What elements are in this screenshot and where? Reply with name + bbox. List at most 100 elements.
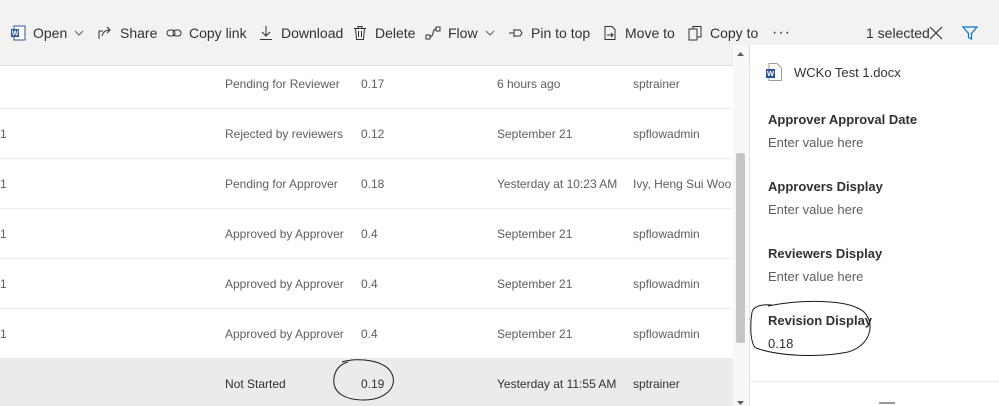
delete-label: Delete [375, 25, 416, 41]
revision-cell: 0.17 [361, 77, 385, 91]
row-index: 1 [0, 127, 7, 141]
share-label: Share [120, 25, 158, 41]
row-index: 1 [0, 177, 7, 191]
row-index: 1 [0, 277, 7, 291]
field-approver-approval-date[interactable]: Approver Approval Date Enter value here [768, 112, 988, 153]
table-row[interactable]: 1 Approved by Approver 0.4 September 21 … [0, 309, 733, 359]
modified-cell: September 21 [497, 327, 573, 341]
table-row[interactable]: 1 Approved by Approver 0.4 September 21 … [0, 259, 733, 309]
flow-label: Flow [448, 25, 478, 41]
move-icon [602, 25, 618, 41]
status-cell: Approved by Approver [225, 227, 344, 241]
modified-by-cell: spflowadmin [633, 277, 700, 291]
revision-cell: 0.4 [361, 327, 378, 341]
modified-cell: Yesterday at 11:55 AM [497, 377, 617, 391]
svg-text:W: W [767, 69, 775, 78]
table-row[interactable]: 1 Rejected by reviewers 0.12 September 2… [0, 109, 733, 159]
table-row-selected[interactable]: Not Started 0.19 Yesterday at 11:55 AM s… [0, 359, 733, 406]
status-cell: Approved by Approver [225, 277, 344, 291]
chevron-down-icon [74, 28, 84, 38]
revision-cell: 0.4 [361, 227, 378, 241]
filter-icon[interactable] [961, 24, 979, 42]
delete-button[interactable]: Delete [352, 22, 415, 44]
revision-cell: 0.4 [361, 277, 378, 291]
download-label: Download [281, 25, 344, 41]
status-cell: Rejected by reviewers [225, 127, 344, 141]
more-options-button[interactable]: ··· [772, 22, 791, 44]
flow-icon [425, 25, 441, 41]
move-to-label: Move to [625, 25, 675, 41]
word-icon: W [10, 25, 26, 41]
pin-to-top-label: Pin to top [531, 25, 591, 41]
modified-cell: September 21 [497, 227, 573, 241]
copy-link-label: Copy link [189, 25, 247, 41]
copy-icon [687, 25, 703, 41]
modified-by-cell: spflowadmin [633, 327, 700, 341]
row-index: 1 [0, 327, 7, 341]
link-icon [166, 25, 182, 41]
modified-by-cell: sptrainer [633, 377, 680, 391]
copy-link-button[interactable]: Copy link [166, 22, 247, 44]
field-reviewers-display[interactable]: Reviewers Display Enter value here [768, 246, 988, 287]
move-to-button[interactable]: Move to [602, 22, 675, 44]
field-value[interactable]: Enter value here [768, 202, 988, 220]
status-cell: Not Started [225, 377, 286, 391]
pane-divider [750, 381, 999, 382]
status-cell: Pending for Reviewer [225, 77, 340, 91]
modified-by-cell: Ivy, Heng Sui Wooi [633, 177, 731, 191]
modified-by-cell: sptrainer [633, 77, 680, 91]
copy-to-button[interactable]: Copy to [687, 22, 758, 44]
field-label: Approvers Display [768, 179, 883, 194]
document-list: Pending for Reviewer 0.17 6 hours ago sp… [0, 67, 733, 406]
field-label: Approver Approval Date [768, 112, 918, 127]
download-icon [258, 25, 274, 41]
field-label: Reviewers Display [768, 246, 883, 261]
scroll-down-arrow-icon[interactable] [736, 394, 745, 405]
pin-to-top-button[interactable]: Pin to top [508, 22, 590, 44]
table-row[interactable]: Pending for Reviewer 0.17 6 hours ago sp… [0, 67, 733, 109]
table-row[interactable]: 1 Pending for Approver 0.18 Yesterday at… [0, 159, 733, 209]
status-cell: Approved by Approver [225, 327, 344, 341]
modified-by-cell: spflowadmin [633, 227, 700, 241]
modified-by-cell: spflowadmin [633, 127, 700, 141]
table-row[interactable]: 1 Approved by Approver 0.4 September 21 … [0, 209, 733, 259]
file-name: WCKo Test 1.docx [794, 64, 901, 80]
trash-icon [352, 25, 368, 41]
field-label: Revision Display [768, 313, 873, 328]
row-index: 1 [0, 227, 7, 241]
status-cell: Pending for Approver [225, 177, 338, 191]
modified-cell: September 21 [497, 277, 573, 291]
scrollbar-thumb[interactable] [736, 153, 745, 343]
field-value[interactable]: Enter value here [768, 135, 988, 153]
modified-cell: Yesterday at 10:23 AM [497, 177, 618, 191]
chevron-down-icon [485, 28, 495, 38]
field-revision-display[interactable]: Revision Display 0.18 [768, 313, 988, 354]
copy-to-label: Copy to [710, 25, 759, 41]
row-index [0, 67, 10, 109]
details-pane: W WCKo Test 1.docx Approver Approval Dat… [749, 45, 999, 406]
modified-cell: September 21 [497, 127, 573, 141]
close-icon[interactable] [928, 25, 944, 41]
svg-text:W: W [12, 31, 19, 38]
open-label: Open [33, 25, 68, 41]
selected-count: 1 selected [866, 25, 930, 41]
share-icon [97, 25, 113, 41]
field-value[interactable]: 0.18 [768, 336, 988, 354]
share-button[interactable]: Share [97, 22, 157, 44]
flow-button[interactable]: Flow [425, 22, 495, 44]
modified-cell: 6 hours ago [497, 77, 561, 91]
scroll-up-arrow-icon[interactable] [736, 45, 745, 56]
file-header: W WCKo Test 1.docx [766, 61, 901, 83]
word-document-icon: W [766, 63, 782, 81]
open-button[interactable]: W Open [10, 22, 84, 44]
field-approvers-display[interactable]: Approvers Display Enter value here [768, 179, 988, 220]
list-scrollbar[interactable] [733, 45, 748, 406]
revision-cell: 0.12 [361, 127, 385, 141]
pin-icon [508, 25, 524, 41]
download-button[interactable]: Download [258, 22, 343, 44]
grip-handle-icon[interactable] [879, 395, 895, 404]
row-index [0, 359, 10, 406]
field-value[interactable]: Enter value here [768, 269, 988, 287]
revision-cell: 0.18 [361, 177, 385, 191]
revision-cell: 0.19 [361, 377, 385, 391]
